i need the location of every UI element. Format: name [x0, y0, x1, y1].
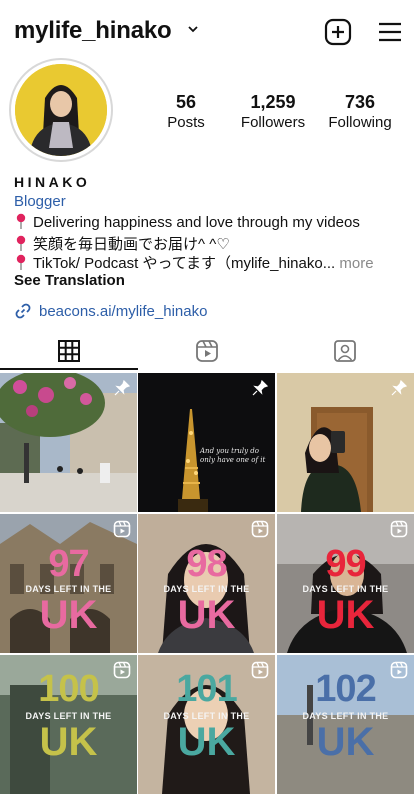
pin-icon — [391, 379, 408, 396]
followers-stat[interactable]: 1,259 Followers — [234, 92, 312, 133]
avatar-photo — [15, 64, 107, 156]
posts-count: 56 — [175, 92, 197, 112]
chevron-down-icon[interactable] — [186, 22, 200, 36]
profile-tabs — [0, 332, 414, 370]
hamburger-menu-icon[interactable] — [376, 18, 404, 46]
countdown-country: UK — [177, 593, 236, 637]
following-stat[interactable]: 736 Following — [324, 92, 396, 133]
post-tile[interactable]: 101 DAYS LEFT IN THE UK — [138, 655, 275, 794]
reels-icon — [113, 520, 131, 538]
countdown-country: UK — [39, 720, 98, 764]
post-tile[interactable]: 99 DAYS LEFT IN THE UK — [277, 514, 414, 653]
post-tile[interactable]: 100 DAYS LEFT IN THE UK — [0, 655, 137, 794]
see-translation-button[interactable]: See Translation — [14, 272, 125, 289]
following-label: Following — [328, 114, 392, 131]
pin-icon — [16, 235, 26, 251]
avatar[interactable] — [15, 64, 107, 156]
countdown-number: 99 — [325, 543, 366, 585]
profile-category: Blogger — [14, 193, 66, 210]
pin-icon — [114, 379, 131, 396]
bio-line-2: 笑顔を毎日動画でお届け^ ^♡ — [14, 233, 230, 254]
tab-reels[interactable] — [138, 332, 276, 370]
post-tile[interactable]: 98 DAYS LEFT IN THE UK — [138, 514, 275, 653]
bio-text-2: 笑顔を毎日動画でお届け^ ^♡ — [33, 236, 230, 253]
countdown-country: UK — [39, 593, 98, 637]
tab-selected-indicator — [0, 368, 138, 370]
pin-icon — [16, 254, 26, 270]
following-count: 736 — [344, 92, 376, 112]
countdown-number: 97 — [48, 543, 89, 585]
more-link[interactable]: more — [339, 255, 373, 272]
tab-tagged[interactable] — [276, 332, 414, 370]
post-tile[interactable] — [277, 373, 414, 512]
bio-line-3: TikTok/ Podcast やってます（mylife_hinako... m… — [14, 252, 374, 273]
tab-posts[interactable] — [0, 332, 138, 370]
reels-icon — [113, 661, 131, 679]
link-icon — [15, 303, 31, 319]
reels-icon — [251, 661, 269, 679]
post-tile[interactable] — [0, 373, 137, 512]
bio-text-1: Delivering happiness and love through my… — [33, 214, 360, 231]
bio-text-3: TikTok/ Podcast やってます（mylife_hinako... — [33, 255, 336, 272]
profile-link-text: beacons.ai/mylife_hinako — [39, 303, 208, 320]
countdown-country: UK — [177, 720, 236, 764]
posts-stat[interactable]: 56 Posts — [160, 92, 212, 133]
top-bar: mylife_hinako — [0, 0, 414, 60]
followers-label: Followers — [240, 114, 306, 131]
countdown-number: 98 — [186, 543, 227, 585]
post-tile[interactable]: And you truly do only have one of it — [138, 373, 275, 512]
countdown-country: UK — [316, 593, 375, 637]
post-overlay-text: And you truly do only have one of it — [200, 447, 266, 464]
pin-icon — [252, 379, 269, 396]
followers-count: 1,259 — [250, 92, 296, 112]
post-tile[interactable]: 102 DAYS LEFT IN THE UK — [277, 655, 414, 794]
posts-grid: And you truly do only have one of it 97 … — [0, 373, 414, 794]
profile-username[interactable]: mylife_hinako — [14, 17, 172, 45]
pin-icon — [16, 213, 26, 229]
grid-icon — [58, 340, 80, 362]
bio-line-1: Delivering happiness and love through my… — [14, 213, 360, 231]
post-tile[interactable]: 97 DAYS LEFT IN THE UK — [0, 514, 137, 653]
reels-icon — [251, 520, 269, 538]
plus-square-icon[interactable] — [324, 18, 352, 46]
countdown-country: UK — [316, 720, 375, 764]
reels-icon — [196, 340, 218, 362]
profile-link[interactable]: beacons.ai/mylife_hinako — [14, 302, 207, 320]
tagged-person-icon — [334, 340, 356, 362]
reels-icon — [390, 661, 408, 679]
profile-name: HINAKO — [14, 174, 91, 190]
reels-icon — [390, 520, 408, 538]
posts-label: Posts — [167, 114, 205, 131]
